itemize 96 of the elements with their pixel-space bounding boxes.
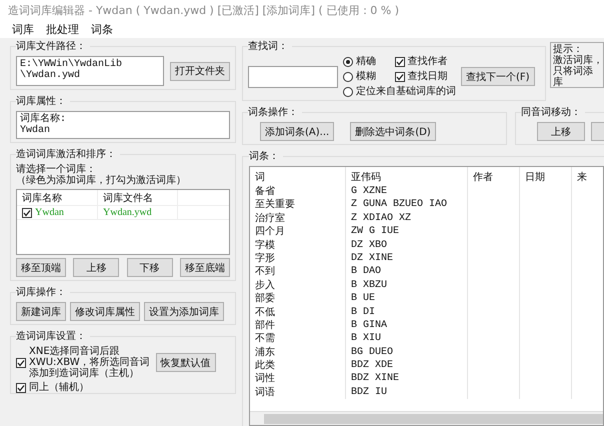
code-cell: DZ XINE — [346, 252, 468, 266]
word-cell: 词语 — [250, 386, 346, 400]
group-label: 查找词： — [248, 41, 292, 53]
column-header[interactable]: 作者 — [468, 167, 520, 185]
file-path-field[interactable]: E:\YWWin\YwdanLib \Ywdan.ywd — [16, 56, 164, 86]
code-cell: BG DUEO — [346, 346, 468, 360]
open-folder-button[interactable]: 打开文件夹 — [170, 62, 230, 80]
word-cell: 部委 — [250, 292, 346, 306]
group-label: 词库操作： — [16, 287, 70, 299]
word-cell: 字模 — [250, 238, 346, 252]
checkbox-label: 查找作者 — [408, 56, 448, 67]
menu-item[interactable]: 词条 — [91, 22, 113, 36]
setting-option-text: 同上（辅机） — [29, 382, 89, 393]
code-cell: BDZ XDE — [346, 359, 468, 372]
column-header[interactable]: 词库文件名 — [98, 190, 178, 205]
group-label: 词条操作： — [248, 107, 302, 119]
column-header[interactable]: 词库名称 — [17, 190, 98, 205]
group-label: 词库文件路径： — [16, 41, 90, 53]
move-button[interactable]: 移至底端 — [180, 258, 230, 277]
library-file: Ywdan.ywd — [103, 207, 152, 218]
move-button[interactable]: 下移 — [126, 258, 173, 277]
move-up-button[interactable]: 上移 — [537, 122, 585, 141]
checkbox[interactable] — [394, 72, 404, 82]
tip-text: 提示： — [553, 44, 584, 55]
word-cell: 词性 — [250, 372, 346, 386]
entry-button[interactable]: 删除选中词条(D) — [350, 122, 436, 141]
search-field[interactable] — [248, 66, 338, 88]
radio[interactable] — [343, 72, 353, 82]
library-button[interactable]: 修改词库属性 — [70, 302, 140, 321]
setting-option-text: 添加到造词词库（主机） — [29, 368, 140, 379]
library-button[interactable]: 新建词库 — [16, 302, 66, 321]
column-header[interactable]: 日期 — [520, 167, 572, 185]
checkbox[interactable] — [16, 358, 26, 368]
group-label: 同音词移动： — [521, 107, 585, 119]
find-next-button[interactable]: 查找下一个(F) — [461, 67, 535, 86]
checkbox[interactable] — [22, 208, 32, 218]
code-cell: DZ XBO — [346, 238, 468, 252]
library-list[interactable]: 词库名称 词库文件名 Ywdan Ywdan.ywd — [16, 189, 230, 255]
entry-button[interactable]: 添加词条(A)... — [260, 122, 334, 141]
move-button[interactable]: 移至顶端 — [16, 258, 66, 277]
word-cell: 四个月 — [250, 225, 346, 239]
word-cell: 字形 — [250, 252, 346, 266]
word-cell: 备省 — [250, 185, 346, 198]
column-header[interactable]: 来 — [572, 167, 603, 185]
word-cell: 不低 — [250, 306, 346, 319]
move-button[interactable]: 上移 — [73, 258, 120, 277]
code-cell: BDZ IU — [346, 386, 468, 400]
group-label: 造词词库激活和排序： — [16, 149, 120, 161]
code-cell: G XZNE — [346, 185, 468, 198]
entries-table[interactable]: 词 亚伟码 作者 日期 来 备省 G XZNE 至关重要 Z GUNA BZUEO IAO 治疗室 Z XDIAO XZ 四个月 ZW G IUE 字模 DZ XBO 字形 DZ XINE 不到 B DAO 步入 B XBZU 部委 B UE 不低 B DI 部件 B GINA 不需 B XIU 浦东 BG DUEO 此类 BDZ XDE 词性 BDZ XINE 词语 BDZ IU — [249, 166, 604, 426]
tip-text: 激活词库， — [553, 55, 601, 66]
word-cell: 不到 — [250, 265, 346, 279]
code-cell: B UE — [346, 292, 468, 306]
tip-text: 库 — [553, 77, 564, 88]
code-cell: ZW G IUE — [346, 225, 468, 239]
column-header[interactable]: 词 — [250, 167, 346, 185]
horizontal-scrollbar[interactable] — [250, 411, 603, 425]
group-label: 词条： — [249, 151, 283, 163]
code-cell: B XIU — [346, 332, 468, 346]
setting-option-text: XNE选择同音词后跟 — [29, 346, 120, 357]
library-button[interactable]: 设置为添加词库 — [144, 302, 224, 321]
word-cell: 治疗室 — [250, 212, 346, 226]
radio-label: 定位来自基础词库的词 — [356, 86, 456, 97]
reset-button[interactable]: 恢复默认值 — [156, 353, 216, 372]
code-cell: BDZ XINE — [346, 372, 468, 386]
word-cell: 不需 — [250, 332, 346, 346]
word-cell: 部件 — [250, 318, 346, 332]
word-cell: 浦东 — [250, 346, 346, 360]
hint-text: （绿色为添加词库，打勾为激活词库） — [16, 175, 187, 186]
code-cell: B XBZU — [346, 278, 468, 292]
hint-text: 请选择一个词库： — [16, 164, 97, 175]
menu-item[interactable]: 词库 — [12, 22, 34, 36]
word-cell: 至关重要 — [250, 198, 346, 212]
word-cell: 步入 — [250, 278, 346, 292]
radio-label: 模糊 — [356, 71, 376, 82]
column-header[interactable]: 亚伟码 — [346, 167, 468, 185]
window-title: 造词词库编辑器 - Ywdan ( Ywdan.ywd ) [已激活] [添加词库] ( 已使用：0 % ) — [8, 2, 400, 18]
checkbox[interactable] — [16, 382, 26, 392]
code-cell: B DAO — [346, 265, 468, 279]
menu-item[interactable]: 批处理 — [46, 22, 79, 36]
radio-label: 精确 — [356, 56, 376, 67]
properties-field[interactable]: 词库名称: Ywdan — [16, 111, 230, 139]
checkbox-label: 查找日期 — [408, 71, 448, 82]
code-cell: Z GUNA BZUEO IAO — [346, 198, 468, 212]
group-label: 词库属性： — [16, 96, 70, 108]
group-label: 造词词库设置： — [16, 331, 90, 343]
library-name: Ywdan — [35, 207, 64, 218]
setting-option-text: XWU:XBW，将所选同音词 — [29, 357, 150, 368]
radio[interactable] — [343, 86, 353, 96]
code-cell: Z XDIAO XZ — [346, 212, 468, 226]
tip-text: 只将词添 — [553, 66, 594, 77]
code-cell: B DI — [346, 306, 468, 319]
code-cell: B GINA — [346, 318, 468, 332]
checkbox[interactable] — [394, 56, 404, 66]
radio[interactable] — [343, 56, 353, 66]
word-cell: 此类 — [250, 359, 346, 372]
